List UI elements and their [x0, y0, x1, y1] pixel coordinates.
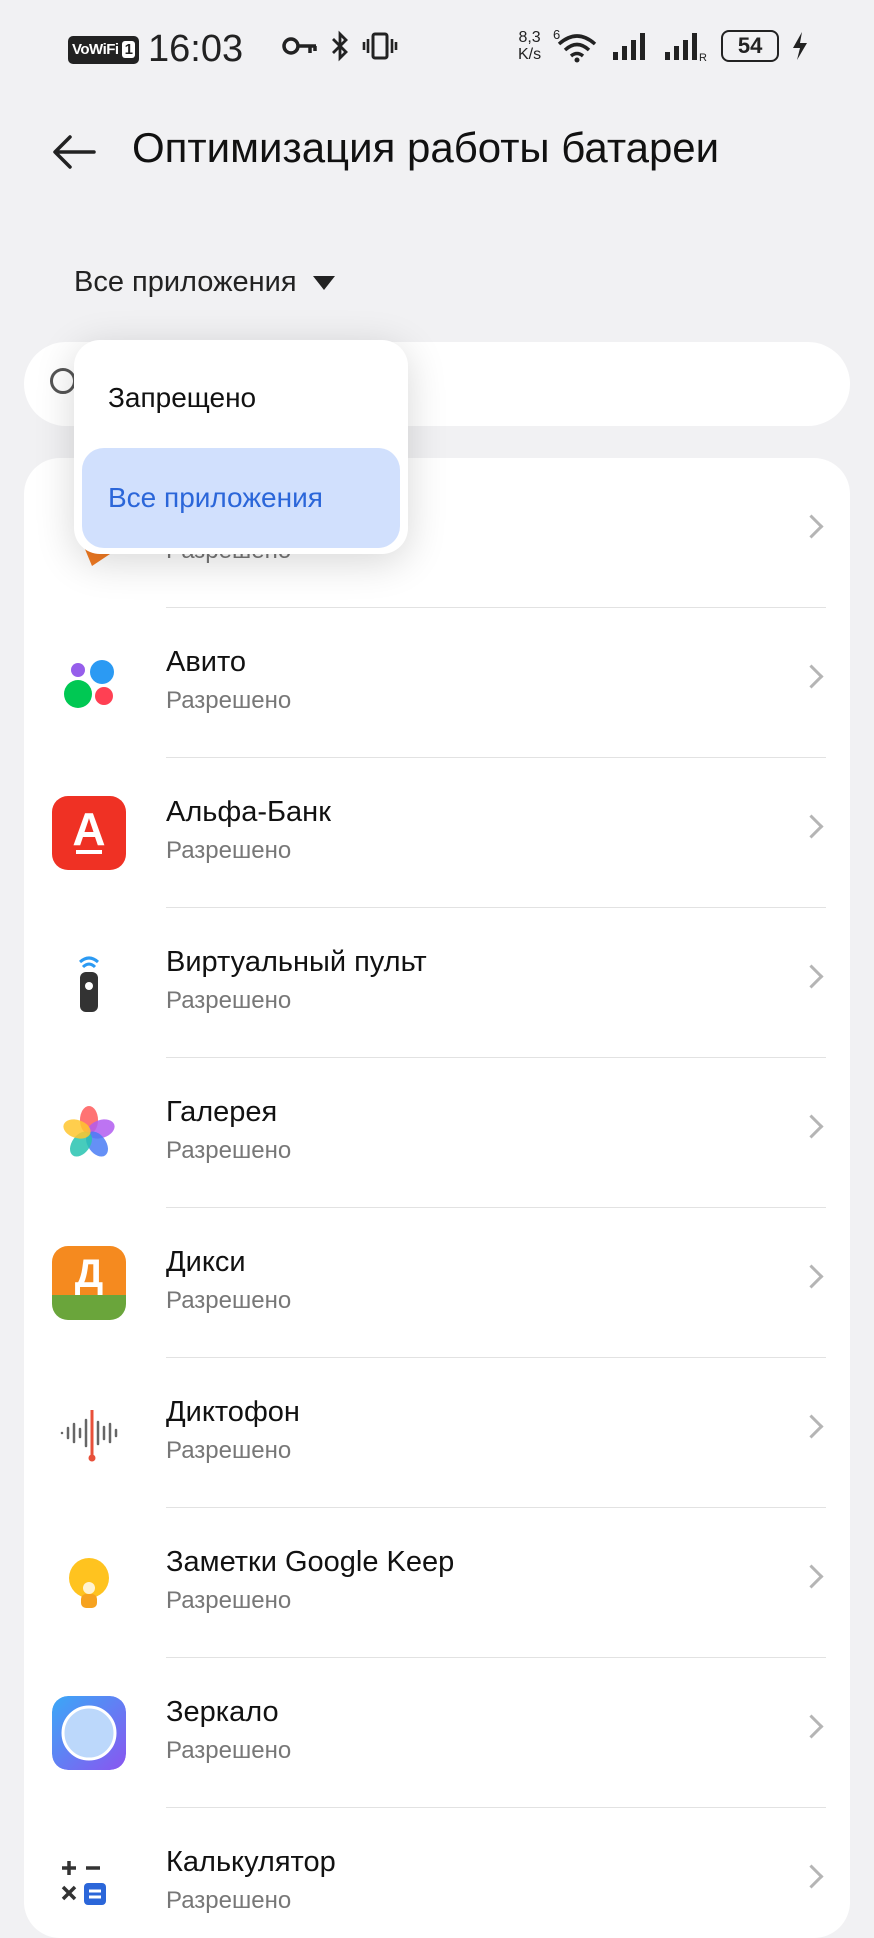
list-item[interactable]: Заметки Google Keep Разрешено [24, 1508, 850, 1658]
list-item[interactable]: Галерея Разрешено [24, 1058, 850, 1208]
app-name: Галерея [166, 1096, 278, 1128]
chevron-right-icon [799, 814, 824, 839]
dixy-logo-letter: Д [74, 1252, 104, 1296]
app-status: Разрешено [166, 1437, 292, 1464]
vowifi-icon: VoWiFi 1 [68, 36, 140, 64]
app-status: Разрешено [166, 687, 292, 714]
list-item[interactable]: Калькулятор Разрешено [24, 1808, 850, 1938]
alfa-bank-icon: А [52, 796, 126, 870]
app-status: Разрешено [166, 1737, 292, 1764]
app-name: Зеркало [166, 1696, 279, 1728]
app-name: Дикси [166, 1246, 246, 1278]
bluetooth-icon [332, 30, 348, 62]
app-filter-dropdown[interactable]: Все приложения [74, 266, 335, 299]
chevron-right-icon [799, 964, 824, 989]
chevron-right-icon [799, 514, 824, 539]
app-name: Авито [166, 646, 247, 678]
recorder-icon [60, 1410, 118, 1462]
vibrate-icon [362, 32, 398, 60]
chevron-right-icon [799, 1414, 824, 1439]
menu-item-all-apps[interactable]: Все приложения [82, 448, 400, 548]
chevron-right-icon [799, 1564, 824, 1589]
mirror-icon [52, 1696, 126, 1770]
filter-menu: Запрещено Все приложения [74, 340, 408, 554]
chevron-right-icon [799, 1114, 824, 1139]
list-item[interactable]: Д Дикси Разрешено [24, 1208, 850, 1358]
list-item[interactable]: Диктофон Разрешено [24, 1358, 850, 1508]
app-status: Разрешено [166, 987, 292, 1014]
app-status: Разрешено [166, 1137, 292, 1164]
list-item[interactable]: Авито Разрешено [24, 608, 850, 758]
chevron-right-icon [799, 1864, 824, 1889]
menu-item-forbidden[interactable]: Запрещено [82, 348, 400, 448]
filter-label: Все приложения [74, 266, 297, 298]
app-status: Разрешено [166, 837, 292, 864]
list-item[interactable]: Виртуальный пульт Разрешено [24, 908, 850, 1058]
keep-icon [69, 1558, 109, 1608]
wifi-icon: 6 [553, 28, 597, 63]
remote-icon [79, 956, 99, 1012]
signal-roaming-icon: R [665, 33, 707, 62]
app-name: Альфа-Банк [166, 796, 331, 828]
app-status: Разрешено [166, 1887, 292, 1914]
app-name: Виртуальный пульт [166, 946, 427, 978]
gallery-icon [63, 1106, 115, 1157]
alfa-bank-logo-letter: А [72, 803, 106, 855]
app-status: Разрешено [166, 1587, 292, 1614]
dixy-icon: Д [52, 1246, 126, 1320]
app-list: Разрешено Авито Разрешено А Альфа-Банк Р… [24, 458, 850, 1938]
wifi-gen-label: 6 [553, 28, 560, 42]
chevron-right-icon [799, 1264, 824, 1289]
search-icon [50, 368, 76, 394]
roaming-label: R [699, 52, 707, 62]
clock: 16:03 [148, 28, 244, 70]
chevron-right-icon [799, 664, 824, 689]
back-arrow-icon[interactable] [50, 128, 98, 176]
key-icon [282, 37, 317, 55]
app-name: Калькулятор [166, 1846, 336, 1878]
network-speed: 8,3 K/s [518, 29, 542, 63]
page-title: Оптимизация работы батареи [132, 124, 720, 171]
sim-slot-label: 1 [121, 41, 136, 58]
app-name: Диктофон [166, 1396, 300, 1428]
avito-icon [64, 660, 114, 708]
list-item[interactable]: А Альфа-Банк Разрешено [24, 758, 850, 908]
calculator-icon [61, 1861, 106, 1905]
list-item[interactable]: Зеркало Разрешено [24, 1658, 850, 1808]
dropdown-triangle-icon [312, 275, 335, 290]
status-bar: VoWiFi 1 16:03 8,3 K/s 6 R 54 [0, 0, 874, 100]
chevron-right-icon [799, 1714, 824, 1739]
app-status: Разрешено [166, 1287, 292, 1314]
charging-icon [793, 32, 808, 60]
app-name: Заметки Google Keep [166, 1546, 455, 1578]
signal-icon [613, 33, 646, 60]
battery-icon: 54 [721, 30, 780, 62]
